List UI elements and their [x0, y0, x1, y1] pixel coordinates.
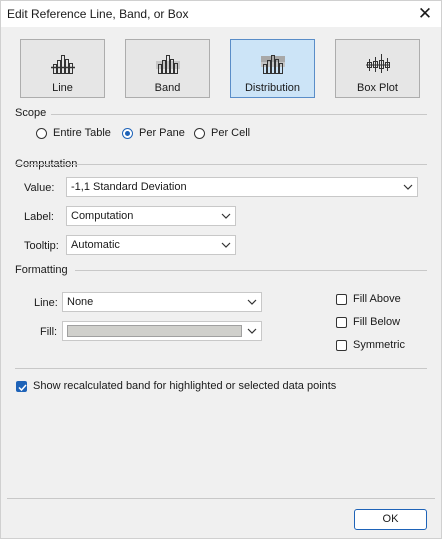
label-dropdown-value: Computation — [71, 210, 134, 222]
line-chart-icon — [51, 55, 75, 74]
value-field-label: Value: — [24, 182, 55, 194]
fill-below-label: Fill Below — [353, 316, 401, 328]
formatting-heading: Formatting — [15, 264, 68, 276]
edit-reference-dialog: Edit Reference Line, Band, or Box ✕ Line… — [0, 0, 442, 539]
fill-color-swatch — [67, 325, 242, 337]
entire-table-radio[interactable] — [36, 128, 47, 139]
recalculated-band-label: Show recalculated band for highlighted o… — [33, 380, 337, 392]
recalculated-band-checkbox[interactable] — [16, 381, 27, 392]
ok-button[interactable]: OK — [354, 509, 427, 530]
dialog-title: Edit Reference Line, Band, or Box — [7, 7, 189, 21]
symmetric-checkbox[interactable] — [336, 340, 347, 351]
band-type-button[interactable]: Band — [125, 39, 210, 98]
fill-above-label: Fill Above — [353, 293, 401, 305]
distribution-type-button[interactable]: Distribution — [230, 39, 315, 98]
label-dropdown[interactable]: Computation — [66, 206, 236, 226]
chevron-down-icon — [403, 184, 413, 190]
chevron-down-icon — [221, 242, 231, 248]
scope-divider — [51, 114, 427, 115]
distribution-chart-icon — [261, 55, 285, 74]
line-field-label: Line: — [34, 297, 58, 309]
band-chart-icon — [156, 55, 180, 74]
label-field-label: Label: — [24, 211, 54, 223]
fill-above-checkbox[interactable] — [336, 294, 347, 305]
tooltip-dropdown-value: Automatic — [71, 239, 120, 251]
fill-below-checkbox[interactable] — [336, 317, 347, 328]
box-plot-type-label: Box Plot — [357, 82, 398, 94]
close-button[interactable]: ✕ — [415, 4, 435, 24]
chevron-down-icon — [221, 213, 231, 219]
checkmark-icon — [18, 384, 27, 392]
scope-heading: Scope — [15, 107, 47, 119]
line-style-dropdown[interactable]: None — [62, 292, 262, 312]
band-type-label: Band — [154, 82, 181, 94]
footer-divider — [7, 498, 435, 499]
box-plot-icon — [366, 54, 390, 73]
per-cell-radio[interactable] — [194, 128, 205, 139]
value-dropdown[interactable]: -1,1 Standard Deviation — [66, 177, 418, 197]
chevron-down-icon — [247, 299, 257, 305]
fill-color-dropdown[interactable] — [62, 321, 262, 341]
distribution-type-label: Distribution — [244, 82, 301, 94]
tooltip-field-label: Tooltip: — [24, 240, 59, 252]
symmetric-label: Symmetric — [353, 339, 405, 351]
fill-field-label: Fill: — [40, 326, 58, 338]
formatting-bottom-divider — [15, 368, 427, 369]
chevron-down-icon — [247, 328, 257, 334]
value-dropdown-value: -1,1 Standard Deviation — [71, 181, 187, 193]
line-style-value: None — [67, 296, 94, 308]
computation-divider — [15, 164, 427, 165]
entire-table-label: Entire Table — [53, 127, 111, 139]
per-pane-label: Per Pane — [139, 127, 185, 139]
tooltip-dropdown[interactable]: Automatic — [66, 235, 236, 255]
per-cell-label: Per Cell — [211, 127, 251, 139]
box-plot-type-button[interactable]: Box Plot — [335, 39, 420, 98]
line-type-button[interactable]: Line — [20, 39, 105, 98]
line-type-label: Line — [52, 82, 73, 94]
formatting-divider — [75, 270, 427, 271]
title-bar: Edit Reference Line, Band, or Box ✕ — [1, 1, 441, 27]
per-pane-radio[interactable] — [122, 128, 133, 139]
